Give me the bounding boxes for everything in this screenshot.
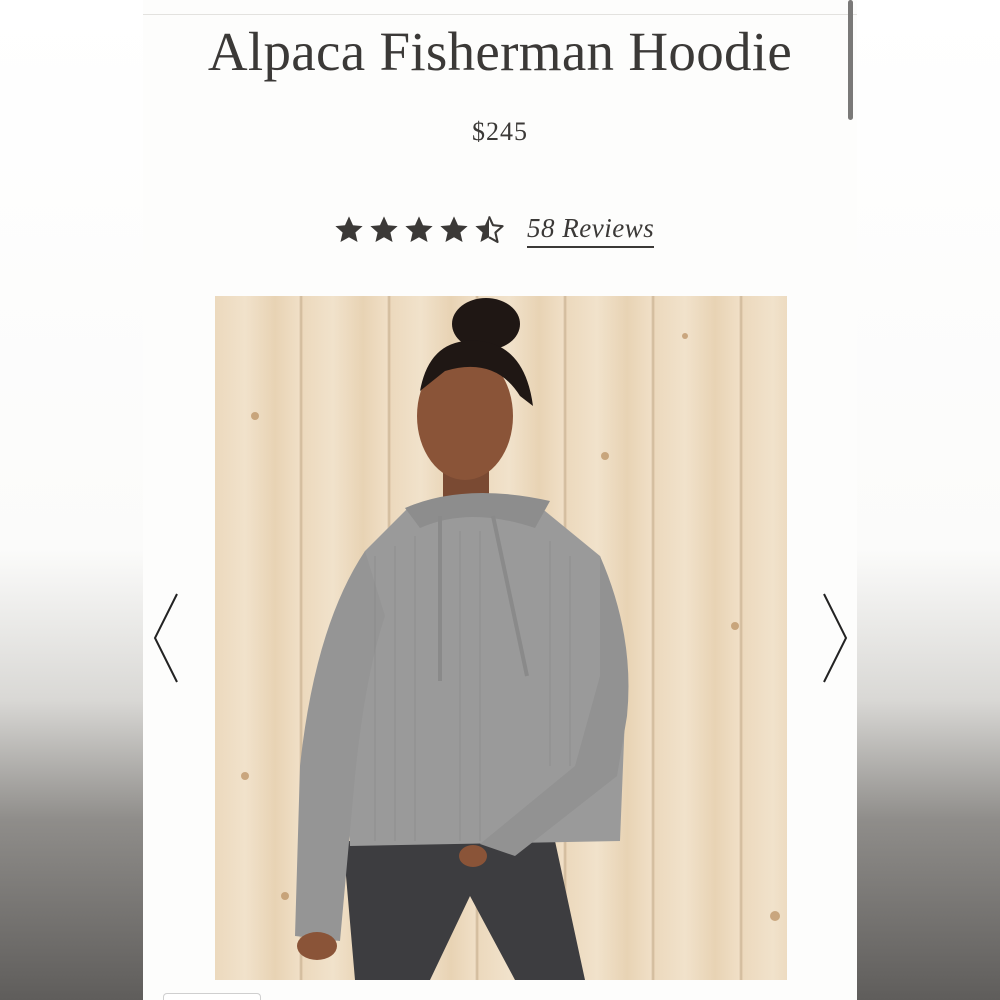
header-divider [143,14,857,15]
star-rating [333,214,505,246]
star-icon [335,216,363,242]
product-page: Alpaca Fisherman Hoodie $245 58 Reviews [143,0,857,1000]
rating-row: 58 Reviews [333,205,655,255]
star-icon [405,216,433,242]
product-image [215,296,787,980]
bottom-tab [163,993,261,1000]
star-icon [440,216,468,242]
product-price: $245 [472,117,528,146]
chevron-right-icon[interactable] [820,590,850,686]
star-icon [370,216,398,242]
reviews-link[interactable]: 58 Reviews [527,213,655,248]
model-illustration [241,298,780,980]
half-star-icon [475,215,504,244]
product-title: Alpaca Fisherman Hoodie [207,21,793,82]
chevron-left-icon[interactable] [151,590,181,686]
